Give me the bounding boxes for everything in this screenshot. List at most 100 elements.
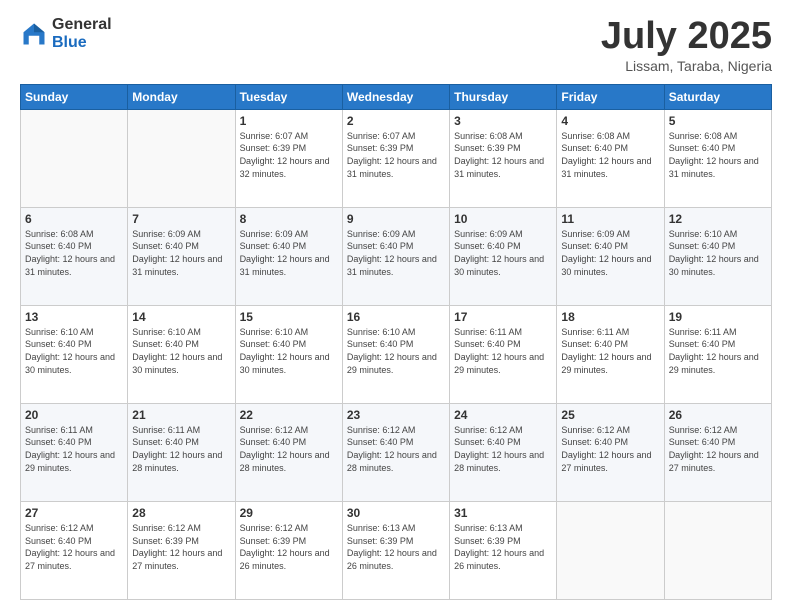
day-number: 5 <box>669 114 767 128</box>
day-number: 29 <box>240 506 338 520</box>
day-number: 22 <box>240 408 338 422</box>
day-cell: 21 Sunrise: 6:11 AM Sunset: 6:40 PM Dayli… <box>128 403 235 501</box>
day-info: Sunrise: 6:10 AM Sunset: 6:40 PM Dayligh… <box>347 326 445 376</box>
day-cell <box>21 109 128 207</box>
day-number: 15 <box>240 310 338 324</box>
day-cell: 20Sunrise: 6:11 AM Sunset: 6:40 PM Dayli… <box>21 403 128 501</box>
day-number: 14 <box>132 310 230 324</box>
day-number: 16 <box>347 310 445 324</box>
day-number: 11 <box>561 212 659 226</box>
location: Lissam, Taraba, Nigeria <box>601 58 772 74</box>
day-cell: 10Sunrise: 6:09 AM Sunset: 6:40 PM Dayli… <box>450 207 557 305</box>
day-number: 4 <box>561 114 659 128</box>
week-row-0: 1 Sunrise: 6:07 AM Sunset: 6:39 PM Daylig… <box>21 109 772 207</box>
logo-text: General Blue <box>52 16 112 51</box>
day-number: 27 <box>25 506 123 520</box>
day-cell <box>664 501 771 599</box>
weekday-thursday: Thursday <box>450 84 557 109</box>
day-cell: 24 Sunrise: 6:12 AM Sunset: 6:40 PM Dayli… <box>450 403 557 501</box>
day-cell: 23 Sunrise: 6:12 AM Sunset: 6:40 PM Dayli… <box>342 403 449 501</box>
day-cell: 30 Sunrise: 6:13 AM Sunset: 6:39 PM Dayli… <box>342 501 449 599</box>
day-cell: 25 Sunrise: 6:12 AM Sunset: 6:40 PM Dayli… <box>557 403 664 501</box>
day-cell: 28Sunrise: 6:12 AM Sunset: 6:39 PM Dayli… <box>128 501 235 599</box>
day-info: Sunrise: 6:08 AM Sunset: 6:40 PM Dayligh… <box>25 228 123 278</box>
day-info: Sunrise: 6:08 AM Sunset: 6:39 PM Dayligh… <box>454 130 552 180</box>
day-number: 17 <box>454 310 552 324</box>
day-info: Sunrise: 6:10 AM Sunset: 6:40 PM Dayligh… <box>25 326 123 376</box>
logo-general: General <box>52 16 112 34</box>
day-cell: 7 Sunrise: 6:09 AM Sunset: 6:40 PM Daylig… <box>128 207 235 305</box>
day-cell: 26 Sunrise: 6:12 AM Sunset: 6:40 PM Dayli… <box>664 403 771 501</box>
day-number: 26 <box>669 408 767 422</box>
day-number: 25 <box>561 408 659 422</box>
logo: General Blue <box>20 16 112 51</box>
weekday-monday: Monday <box>128 84 235 109</box>
week-row-4: 27Sunrise: 6:12 AM Sunset: 6:40 PM Dayli… <box>21 501 772 599</box>
day-cell: 5 Sunrise: 6:08 AM Sunset: 6:40 PM Daylig… <box>664 109 771 207</box>
day-number: 1 <box>240 114 338 128</box>
day-cell: 15 Sunrise: 6:10 AM Sunset: 6:40 PM Dayli… <box>235 305 342 403</box>
day-info: Sunrise: 6:09 AM Sunset: 6:40 PM Dayligh… <box>240 228 338 278</box>
week-row-3: 20 Sunrise: 6:11 AM Sunset: 6:40 PM Dayli… <box>21 403 772 501</box>
weekday-wednesday: Wednesday <box>342 84 449 109</box>
day-info: Sunrise: 6:07 AM Sunset: 6:39 PM Dayligh… <box>240 130 338 180</box>
day-cell: 16 Sunrise: 6:10 AM Sunset: 6:40 PM Dayli… <box>342 305 449 403</box>
day-info: Sunrise: 6:12 AM Sunset: 6:40 PM Dayligh… <box>454 424 552 474</box>
month-title: July 2025 <box>601 16 772 58</box>
day-info: Sunrise: 6:12 AM Sunset: 6:40 PM Dayligh… <box>347 424 445 474</box>
day-number: 20 <box>25 408 123 422</box>
day-number: 8 <box>240 212 338 226</box>
day-number: 12 <box>669 212 767 226</box>
day-info: Sunrise: 6:13 AM Sunset: 6:39 PM Dayligh… <box>454 522 552 572</box>
day-cell: 1 Sunrise: 6:07 AM Sunset: 6:39 PM Daylig… <box>235 109 342 207</box>
day-info: Sunrise: 6:13 AM Sunset: 6:39 PM Dayligh… <box>347 522 445 572</box>
day-cell: 4 Sunrise: 6:08 AM Sunset: 6:40 PM Daylig… <box>557 109 664 207</box>
day-number: 30 <box>347 506 445 520</box>
day-info: Sunrise: 6:11 AM Sunset: 6:40 PM Dayligh… <box>132 424 230 474</box>
day-info: Sunrise: 6:08 AM Sunset: 6:40 PM Dayligh… <box>669 130 767 180</box>
day-info: Sunrise: 6:08 AM Sunset: 6:40 PM Dayligh… <box>561 130 659 180</box>
weekday-tuesday: Tuesday <box>235 84 342 109</box>
day-number: 23 <box>347 408 445 422</box>
day-cell: 9Sunrise: 6:09 AM Sunset: 6:40 PM Daylig… <box>342 207 449 305</box>
day-info: Sunrise: 6:09 AM Sunset: 6:40 PM Dayligh… <box>561 228 659 278</box>
day-cell <box>557 501 664 599</box>
day-number: 21 <box>132 408 230 422</box>
day-number: 19 <box>669 310 767 324</box>
day-number: 2 <box>347 114 445 128</box>
weekday-sunday: Sunday <box>21 84 128 109</box>
header: General Blue July 2025 Lissam, Taraba, N… <box>20 16 772 74</box>
week-row-1: 6 Sunrise: 6:08 AM Sunset: 6:40 PM Daylig… <box>21 207 772 305</box>
day-info: Sunrise: 6:12 AM Sunset: 6:39 PM Dayligh… <box>240 522 338 572</box>
week-row-2: 13 Sunrise: 6:10 AM Sunset: 6:40 PM Dayli… <box>21 305 772 403</box>
day-info: Sunrise: 6:10 AM Sunset: 6:40 PM Dayligh… <box>132 326 230 376</box>
day-cell: 17 Sunrise: 6:11 AM Sunset: 6:40 PM Dayli… <box>450 305 557 403</box>
day-cell: 19 Sunrise: 6:11 AM Sunset: 6:40 PM Dayli… <box>664 305 771 403</box>
day-info: Sunrise: 6:12 AM Sunset: 6:40 PM Dayligh… <box>561 424 659 474</box>
day-number: 13 <box>25 310 123 324</box>
day-info: Sunrise: 6:12 AM Sunset: 6:40 PM Dayligh… <box>240 424 338 474</box>
day-info: Sunrise: 6:07 AM Sunset: 6:39 PM Dayligh… <box>347 130 445 180</box>
day-cell: 2 Sunrise: 6:07 AM Sunset: 6:39 PM Daylig… <box>342 109 449 207</box>
day-info: Sunrise: 6:09 AM Sunset: 6:40 PM Dayligh… <box>347 228 445 278</box>
day-info: Sunrise: 6:11 AM Sunset: 6:40 PM Dayligh… <box>454 326 552 376</box>
day-number: 24 <box>454 408 552 422</box>
day-cell: 18Sunrise: 6:11 AM Sunset: 6:40 PM Dayli… <box>557 305 664 403</box>
day-cell: 22 Sunrise: 6:12 AM Sunset: 6:40 PM Dayli… <box>235 403 342 501</box>
day-info: Sunrise: 6:12 AM Sunset: 6:39 PM Dayligh… <box>132 522 230 572</box>
day-number: 7 <box>132 212 230 226</box>
weekday-header-row: SundayMondayTuesdayWednesdayThursdayFrid… <box>21 84 772 109</box>
day-cell: 14 Sunrise: 6:10 AM Sunset: 6:40 PM Dayli… <box>128 305 235 403</box>
day-cell: 6 Sunrise: 6:08 AM Sunset: 6:40 PM Daylig… <box>21 207 128 305</box>
day-cell: 31Sunrise: 6:13 AM Sunset: 6:39 PM Dayli… <box>450 501 557 599</box>
day-cell: 11 Sunrise: 6:09 AM Sunset: 6:40 PM Dayli… <box>557 207 664 305</box>
day-cell: 3Sunrise: 6:08 AM Sunset: 6:39 PM Daylig… <box>450 109 557 207</box>
day-cell: 29 Sunrise: 6:12 AM Sunset: 6:39 PM Dayli… <box>235 501 342 599</box>
day-info: Sunrise: 6:11 AM Sunset: 6:40 PM Dayligh… <box>669 326 767 376</box>
day-cell <box>128 109 235 207</box>
day-info: Sunrise: 6:12 AM Sunset: 6:40 PM Dayligh… <box>669 424 767 474</box>
day-info: Sunrise: 6:10 AM Sunset: 6:40 PM Dayligh… <box>240 326 338 376</box>
day-info: Sunrise: 6:09 AM Sunset: 6:40 PM Dayligh… <box>132 228 230 278</box>
logo-blue: Blue <box>52 34 112 52</box>
day-number: 6 <box>25 212 123 226</box>
